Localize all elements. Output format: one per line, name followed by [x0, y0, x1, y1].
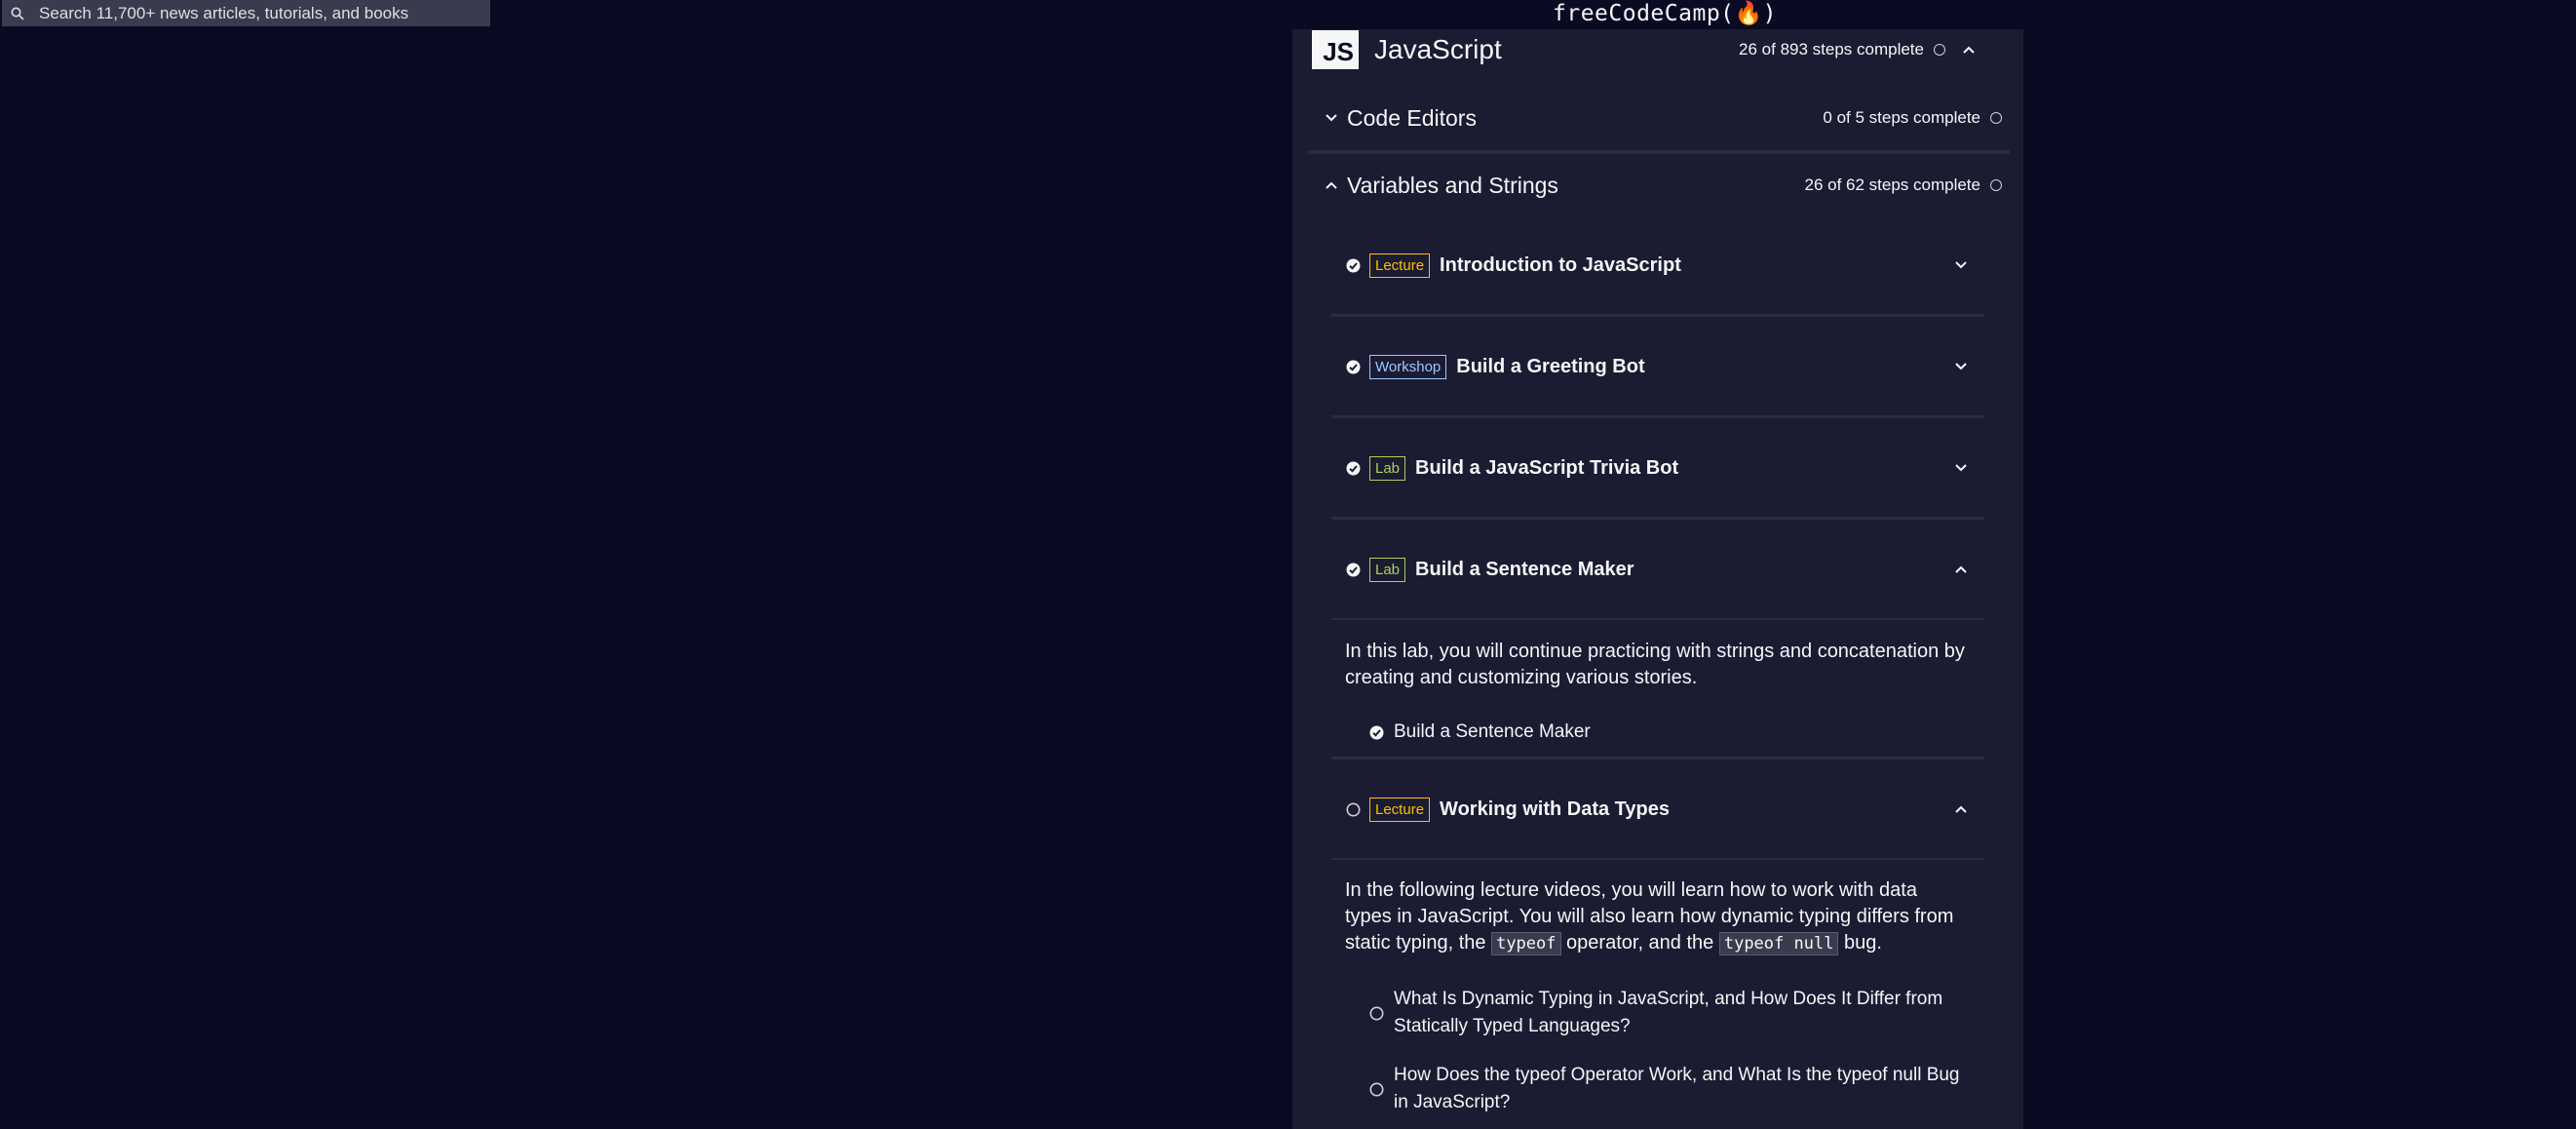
block-title: Introduction to JavaScript: [1440, 253, 1681, 276]
lecture-tag: Lecture: [1369, 797, 1431, 822]
chevron-up-icon: [1951, 560, 1971, 579]
block-introduction-to-javascript[interactable]: Lecture Introduction to JavaScript: [1331, 216, 1984, 314]
empty-circle-icon: [1368, 1005, 1384, 1021]
check-circle-icon: [1345, 359, 1361, 374]
module-progress-text: 26 of 62 steps complete: [1804, 175, 1980, 194]
progress-ring-icon: [1990, 112, 2002, 124]
chevron-down-icon: [1951, 458, 1971, 478]
progress-ring-icon: [1934, 44, 1945, 56]
module-code-editors[interactable]: Code Editors 0 of 5 steps complete: [1308, 86, 2012, 150]
inline-code: typeof: [1491, 932, 1561, 955]
block-working-with-data-types[interactable]: Lecture Working with Data Types: [1331, 760, 1984, 858]
module-progress-text: 0 of 5 steps complete: [1823, 108, 1980, 127]
certification-progress-text: 26 of 893 steps complete: [1739, 40, 1924, 58]
lecture-tag: Lecture: [1369, 253, 1431, 278]
challenge-step[interactable]: Build a Sentence Maker: [1368, 719, 1973, 746]
module-progress: 0 of 5 steps complete: [1823, 108, 2002, 128]
block-title: Build a Greeting Bot: [1456, 355, 1645, 377]
block-divider: [1331, 415, 1984, 418]
module-title: Variables and Strings: [1347, 172, 1558, 198]
block-divider: [1331, 517, 1984, 520]
block-divider: [1331, 314, 1984, 317]
lab-tag: Lab: [1369, 557, 1406, 582]
challenge-step[interactable]: What Is Dynamic Typing in JavaScript, an…: [1368, 986, 1973, 1040]
certification-progress: 26 of 893 steps complete: [1739, 40, 1979, 59]
check-circle-icon: [1345, 257, 1361, 273]
block-build-a-sentence-maker[interactable]: Lab Build a Sentence Maker: [1331, 521, 1984, 618]
description-text: operator, and the: [1560, 932, 1719, 954]
module-progress: 26 of 62 steps complete: [1804, 175, 2002, 195]
module-title: Code Editors: [1347, 104, 1477, 131]
challenge-step-label: Build a Sentence Maker: [1394, 721, 1591, 742]
block-divider: [1331, 618, 1984, 620]
chevron-up-icon: [1951, 799, 1971, 819]
module-variables-and-strings[interactable]: Variables and Strings 26 of 62 steps com…: [1308, 153, 2012, 217]
chevron-up-icon[interactable]: [1959, 40, 1979, 59]
empty-circle-icon: [1345, 801, 1361, 817]
block-build-a-greeting-bot[interactable]: Workshop Build a Greeting Bot: [1331, 318, 1984, 415]
block-title: Build a JavaScript Trivia Bot: [1415, 456, 1679, 479]
javascript-badge-icon: JS: [1312, 30, 1359, 69]
inline-code: typeof null: [1718, 932, 1839, 955]
top-navigation-bar: freeCodeCamp(🔥): [0, 0, 2576, 29]
certification-header[interactable]: JS JavaScript 26 of 893 steps complete: [1312, 29, 1979, 70]
block-divider: [1331, 858, 1984, 860]
check-circle-icon: [1345, 562, 1361, 577]
chevron-down-icon: [1951, 357, 1971, 376]
block-description: In this lab, you will continue practicin…: [1345, 641, 1965, 688]
challenge-step[interactable]: How Does the typeof Operator Work, and W…: [1368, 1062, 1973, 1116]
workshop-tag: Workshop: [1369, 354, 1447, 379]
block-description: In the following lecture videos, you wil…: [1345, 877, 1969, 957]
challenge-step-label: What Is Dynamic Typing in JavaScript, an…: [1394, 989, 1943, 1036]
challenge-step-label: How Does the typeof Operator Work, and W…: [1394, 1065, 1960, 1112]
block-title: Working with Data Types: [1440, 798, 1671, 820]
freecodecamp-logo[interactable]: freeCodeCamp(🔥): [1553, 0, 1777, 26]
empty-circle-icon: [1368, 1081, 1384, 1097]
progress-ring-icon: [1990, 179, 2002, 191]
block-divider: [1331, 757, 1984, 759]
chevron-down-icon: [1322, 108, 1341, 128]
search-icon: [10, 6, 25, 21]
chevron-up-icon: [1322, 175, 1341, 195]
chevron-down-icon: [1951, 255, 1971, 275]
search-input[interactable]: [39, 3, 487, 23]
check-circle-icon: [1368, 724, 1384, 740]
lab-tag: Lab: [1369, 455, 1406, 481]
check-circle-icon: [1345, 460, 1361, 476]
description-text: bug.: [1838, 932, 1882, 954]
block-title: Build a Sentence Maker: [1415, 558, 1634, 580]
block-build-a-javascript-trivia-bot[interactable]: Lab Build a JavaScript Trivia Bot: [1331, 419, 1984, 517]
search-bar[interactable]: [2, 0, 490, 26]
certification-title: JavaScript: [1374, 34, 1502, 64]
